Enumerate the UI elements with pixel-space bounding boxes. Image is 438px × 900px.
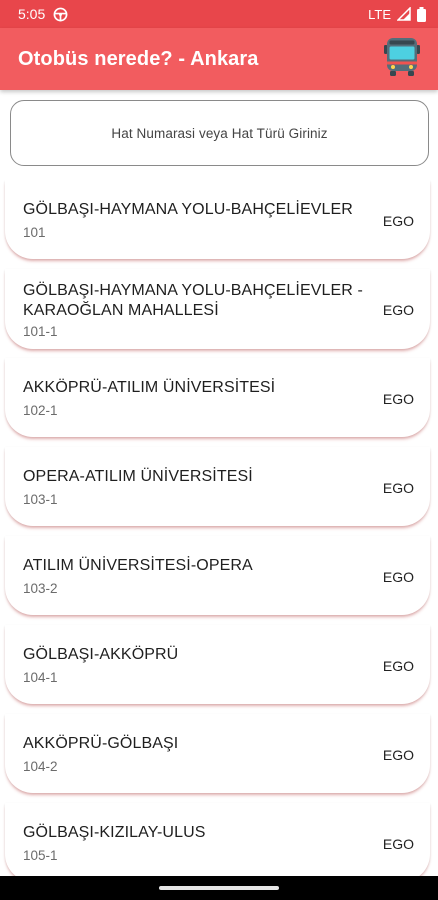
route-name: GÖLBAŞI-KIZILAY-ULUS <box>23 824 206 841</box>
app-bar: Otobüs nerede? - Ankara <box>0 28 438 90</box>
route-code: 103-1 <box>23 492 58 507</box>
steering-wheel-icon <box>53 7 68 22</box>
route-name: GÖLBAŞI-AKKÖPRÜ <box>23 646 179 663</box>
route-name: GÖLBAŞI-HAYMANA YOLU-BAHÇELİEVLER -KARAO… <box>23 282 363 319</box>
route-card-101[interactable]: GÖLBAŞI-HAYMANA YOLU-BAHÇELİEVLER 101 EG… <box>5 180 430 259</box>
status-bar: 5:05 LTE <box>0 0 438 28</box>
search-placeholder: Hat Numarasi veya Hat Türü Giriniz <box>111 125 328 141</box>
route-code: 102-1 <box>23 403 58 418</box>
battery-icon <box>417 6 426 22</box>
route-operator: EGO <box>382 658 414 674</box>
signal-icon <box>397 7 411 21</box>
route-name: AKKÖPRÜ-GÖLBAŞI <box>23 735 179 752</box>
route-code: 104-1 <box>23 670 58 685</box>
route-operator: EGO <box>382 480 414 496</box>
bus-button[interactable] <box>380 37 424 81</box>
status-time: 5:05 <box>18 6 46 22</box>
route-card-103-2[interactable]: ATILIM ÜNİVERSİTESİ-OPERA 103-2 EGO <box>5 536 430 615</box>
bus-icon <box>381 36 423 83</box>
route-card-103-1[interactable]: OPERA-ATILIM ÜNİVERSİTESİ 103-1 EGO <box>5 447 430 526</box>
route-card-104-2[interactable]: AKKÖPRÜ-GÖLBAŞI 104-2 EGO <box>5 714 430 793</box>
route-code: 104-2 <box>23 759 58 774</box>
route-name: ATILIM ÜNİVERSİTESİ-OPERA <box>23 557 253 574</box>
route-operator: EGO <box>382 747 414 763</box>
search-input[interactable]: Hat Numarasi veya Hat Türü Giriniz <box>10 100 429 166</box>
route-name: AKKÖPRÜ-ATILIM ÜNİVERSİTESİ <box>23 379 276 396</box>
home-handle[interactable] <box>159 886 279 890</box>
status-left: 5:05 <box>18 6 68 22</box>
network-type: LTE <box>368 6 391 22</box>
route-card-102-1[interactable]: AKKÖPRÜ-ATILIM ÜNİVERSİTESİ 102-1 EGO <box>5 358 430 437</box>
route-name: GÖLBAŞI-HAYMANA YOLU-BAHÇELİEVLER <box>23 201 353 218</box>
route-operator: EGO <box>382 569 414 585</box>
route-code: 105-1 <box>23 848 58 863</box>
route-name: OPERA-ATILIM ÜNİVERSİTESİ <box>23 468 253 485</box>
route-operator: EGO <box>382 391 414 407</box>
route-operator: EGO <box>382 836 414 852</box>
route-list: GÖLBAŞI-HAYMANA YOLU-BAHÇELİEVLER 101 EG… <box>0 180 438 876</box>
route-operator: EGO <box>382 302 414 318</box>
route-card-105-1[interactable]: GÖLBAŞI-KIZILAY-ULUS 105-1 EGO <box>5 803 430 876</box>
app-title: Otobüs nerede? - Ankara <box>18 47 259 70</box>
navigation-bar <box>0 876 438 900</box>
app-screen: 5:05 LTE Otobüs nerede? - Ankara Hat Num… <box>0 0 438 900</box>
route-card-104-1[interactable]: GÖLBAŞI-AKKÖPRÜ 104-1 EGO <box>5 625 430 704</box>
route-code: 101-1 <box>23 324 58 339</box>
route-code: 103-2 <box>23 581 58 596</box>
route-code: 101 <box>23 225 46 240</box>
status-right: LTE <box>368 6 426 22</box>
route-card-101-1[interactable]: GÖLBAŞI-HAYMANA YOLU-BAHÇELİEVLER -KARAO… <box>5 269 430 349</box>
route-operator: EGO <box>382 213 414 229</box>
